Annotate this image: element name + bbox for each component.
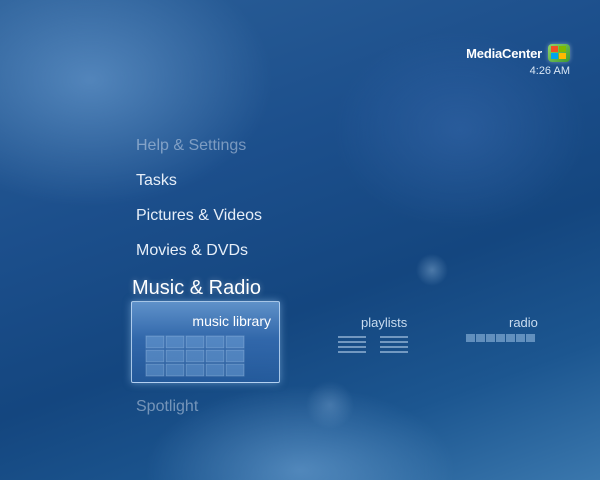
menu-item-help-settings[interactable]: Help & Settings xyxy=(136,137,246,155)
playlists-label[interactable]: playlists xyxy=(361,315,407,330)
windows-flag-icon xyxy=(548,44,570,62)
music-library-label: music library xyxy=(192,313,271,329)
menu-item-spotlight[interactable]: Spotlight xyxy=(136,398,198,416)
media-center-brand: MediaCenter 4:26 AM xyxy=(466,44,570,77)
menu-item-movies-dvds[interactable]: Movies & DVDs xyxy=(136,242,248,260)
music-library-tile[interactable]: music library xyxy=(131,301,280,383)
equalizer-icon xyxy=(466,334,535,342)
radio-label[interactable]: radio xyxy=(509,315,538,330)
menu-item-music-radio[interactable]: Music & Radio xyxy=(132,277,261,300)
music-strip: music library playlists radio xyxy=(131,301,600,383)
list-lines-icon xyxy=(338,336,408,353)
brand-name: MediaCenter xyxy=(466,45,542,61)
menu-item-pictures-videos[interactable]: Pictures & Videos xyxy=(136,207,262,225)
menu-item-tasks[interactable]: Tasks xyxy=(136,172,177,190)
clock: 4:26 AM xyxy=(529,65,570,77)
album-grid-icon xyxy=(145,335,245,377)
